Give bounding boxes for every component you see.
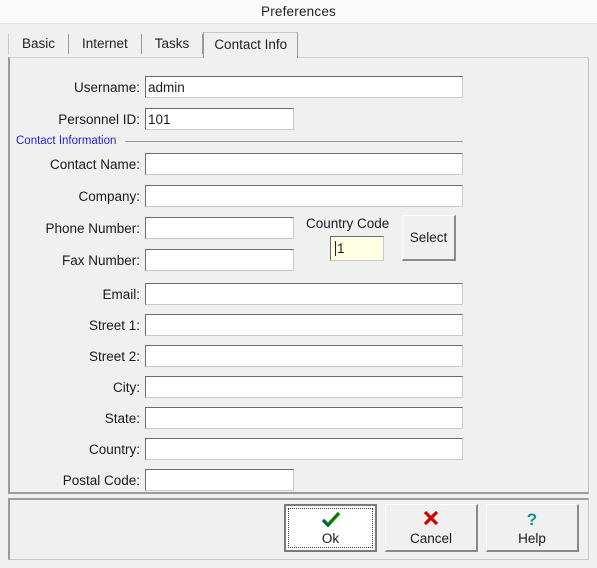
fax-number-label: Fax Number: xyxy=(61,252,140,268)
state-label: State: xyxy=(104,410,140,426)
tab-label: Contact Info xyxy=(214,37,288,52)
svg-text:?: ? xyxy=(527,510,537,528)
row-personnel-id: Personnel ID: 101 xyxy=(10,106,294,132)
street1-input[interactable] xyxy=(145,314,463,336)
contact-name-input[interactable] xyxy=(145,153,463,175)
street2-label: Street 2: xyxy=(88,348,140,364)
row-street2: Street 2: xyxy=(10,343,463,369)
country-label: Country: xyxy=(88,441,140,457)
tab-contact-info[interactable]: Contact Info xyxy=(203,32,299,58)
tab-strip: Basic Internet Tasks Contact Info xyxy=(8,32,588,58)
city-input[interactable] xyxy=(145,376,463,398)
street1-label: Street 1: xyxy=(88,317,140,333)
tab-label: Basic xyxy=(22,36,56,51)
country-code-value: 1 xyxy=(337,241,345,256)
email-input[interactable] xyxy=(145,283,463,305)
row-phone-number: Phone Number: xyxy=(10,215,294,241)
row-email: Email: xyxy=(10,281,463,307)
row-city: City: xyxy=(10,374,463,400)
phone-number-label: Phone Number: xyxy=(45,220,140,236)
window-title: Preferences xyxy=(261,4,336,19)
text-caret xyxy=(335,241,336,256)
country-code-input[interactable]: 1 xyxy=(330,236,384,261)
cancel-button-label: Cancel xyxy=(409,530,453,546)
contact-information-group: Contact Information xyxy=(16,134,465,148)
row-postal-code: Postal Code: xyxy=(10,467,294,493)
city-label: City: xyxy=(113,379,140,395)
group-label: Contact Information xyxy=(16,135,117,147)
question-icon: ? xyxy=(524,510,540,528)
row-state: State: xyxy=(10,405,463,431)
help-button-label: Help xyxy=(518,530,546,546)
row-street1: Street 1: xyxy=(10,312,463,338)
row-company: Company: xyxy=(10,183,463,209)
country-input[interactable] xyxy=(145,438,463,460)
row-country: Country: xyxy=(10,436,463,462)
email-label: Email: xyxy=(102,286,140,302)
group-separator xyxy=(125,140,463,142)
row-contact-name: Contact Name: xyxy=(10,151,463,177)
personnel-id-label: Personnel ID: xyxy=(58,111,140,127)
username-label: Username: xyxy=(73,79,140,95)
tab-tasks[interactable]: Tasks xyxy=(141,34,204,54)
help-button[interactable]: ? Help xyxy=(486,504,579,552)
fax-number-input[interactable] xyxy=(145,249,294,271)
company-label: Company: xyxy=(78,188,140,204)
cancel-button[interactable]: Cancel xyxy=(385,504,478,552)
postal-code-label: Postal Code: xyxy=(62,472,140,488)
ok-button[interactable]: Ok xyxy=(284,504,377,552)
dialog-button-bar: Ok Cancel ? Help xyxy=(8,498,589,560)
row-username: Username: admin xyxy=(10,74,463,100)
phone-number-input[interactable] xyxy=(145,217,294,239)
username-input[interactable]: admin xyxy=(145,76,463,98)
tab-internet[interactable]: Internet xyxy=(69,34,142,54)
tab-label: Tasks xyxy=(154,36,190,51)
row-fax-number: Fax Number: xyxy=(10,247,294,273)
personnel-id-input[interactable]: 101 xyxy=(145,108,294,130)
ok-button-label: Ok xyxy=(321,531,340,546)
tab-basic[interactable]: Basic xyxy=(8,34,70,54)
preferences-window: Preferences Basic Internet Tasks Contact… xyxy=(0,0,597,568)
company-input[interactable] xyxy=(145,185,463,207)
dialog-buttons: Ok Cancel ? Help xyxy=(284,504,579,552)
state-input[interactable] xyxy=(145,407,463,429)
contact-info-panel: Username: admin Personnel ID: 101 Contac… xyxy=(8,57,589,494)
tab-label: Internet xyxy=(82,36,128,51)
select-country-code-button[interactable]: Select xyxy=(402,215,456,261)
country-code-label: Country Code xyxy=(306,216,390,231)
title-bar: Preferences xyxy=(0,0,597,24)
contact-name-label: Contact Name: xyxy=(49,156,140,172)
postal-code-input[interactable] xyxy=(145,469,294,491)
cross-icon xyxy=(422,510,440,528)
check-icon xyxy=(321,510,341,528)
street2-input[interactable] xyxy=(145,345,463,367)
